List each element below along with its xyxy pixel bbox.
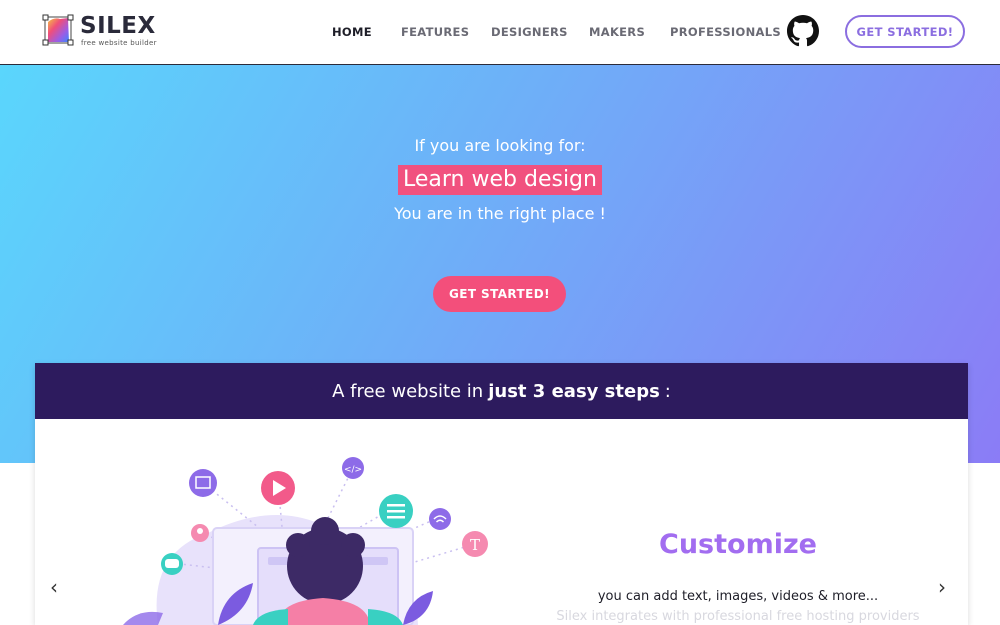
nav-designers[interactable]: DESIGNERS (491, 25, 568, 39)
silex-logo[interactable]: SILEX free website builder (42, 13, 182, 50)
slide-description: you can add text, images, videos & more.… (597, 589, 879, 604)
steps-heading: A free website in just 3 easy steps : (35, 363, 968, 419)
steps-slider: </> T Customize you can add text, images… (38, 419, 965, 625)
get-started-header-button[interactable]: GET STARTED! (845, 15, 965, 48)
nav-makers[interactable]: MAKERS (589, 25, 645, 39)
nav-features[interactable]: FEATURES (401, 25, 469, 39)
steps-heading-bold: just 3 easy steps (488, 380, 660, 402)
hero-highlight-wrap: Learn web design (0, 165, 1000, 195)
steps-heading-suffix: : (664, 380, 671, 402)
hero-subtitle: You are in the right place ! (394, 204, 606, 223)
logo-wordmark: SILEX (80, 13, 156, 39)
logo-tagline: free website builder (81, 39, 157, 47)
get-started-hero-button[interactable]: GET STARTED! (433, 276, 566, 312)
chevron-right-icon[interactable]: › (938, 577, 946, 597)
silex-logo-icon (42, 14, 74, 46)
slide-description-faded: Silex integrates with professional free … (556, 609, 920, 624)
steps-card: A free website in just 3 easy steps : </… (35, 363, 968, 625)
slide-title: Customize (659, 529, 817, 560)
nav-professionals[interactable]: PROFESSIONALS (670, 25, 781, 39)
svg-text:</>: </> (344, 465, 362, 475)
hero-highlight-text: Learn web design (398, 165, 602, 195)
github-icon[interactable] (787, 15, 819, 47)
chevron-left-icon[interactable]: ‹ (50, 577, 58, 597)
steps-heading-prefix: A free website in (332, 380, 484, 402)
hero-intro: If you are looking for: (414, 136, 586, 155)
web-design-illustration: </> T (123, 457, 488, 625)
site-header: SILEX free website builder HOME FEATURES… (0, 0, 1000, 65)
nav-home[interactable]: HOME (332, 25, 372, 39)
svg-text:T: T (470, 536, 480, 554)
